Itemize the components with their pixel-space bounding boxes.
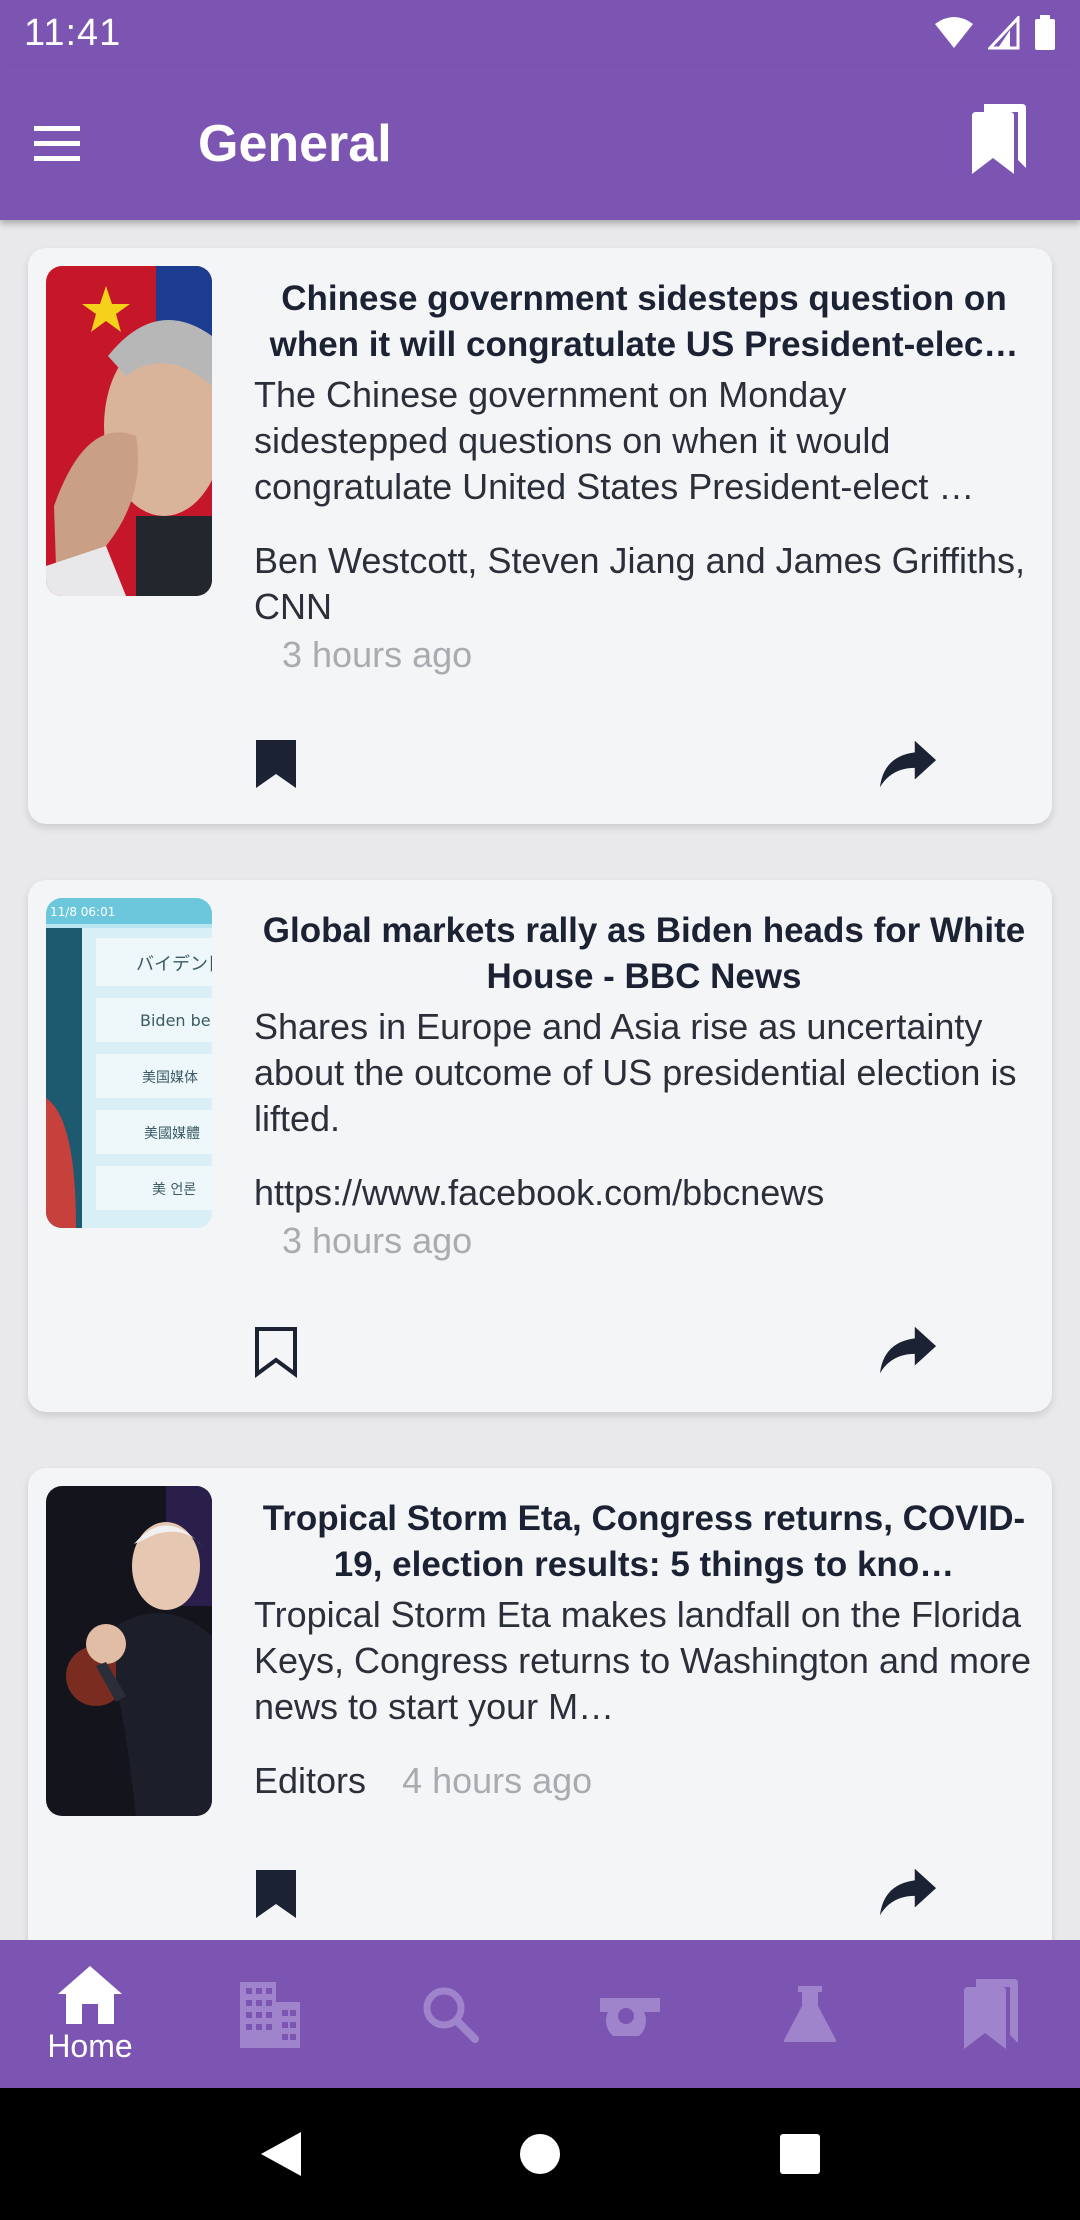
article-headline[interactable]: Global markets rally as Biden heads for … <box>254 908 1034 1000</box>
bookmark-filled-icon[interactable] <box>246 734 306 794</box>
article-meta: Editors 4 hours ago <box>254 1758 1034 1804</box>
system-navigation-bar <box>0 2088 1080 2220</box>
screen: 11:41 General Chinese government sideste… <box>0 0 1080 2220</box>
thumb-text: 11/8 06:01 <box>50 905 115 919</box>
nav-item-business[interactable] <box>180 1940 360 2088</box>
app-bar: General <box>0 66 1080 220</box>
share-icon[interactable] <box>878 1320 938 1380</box>
article-time: 4 hours ago <box>402 1760 593 1801</box>
article-text: Tropical Storm Eta, Congress returns, CO… <box>254 1496 1034 1804</box>
page-title: General <box>198 115 392 173</box>
nav-item-saved[interactable] <box>900 1940 1080 2088</box>
whistle-icon <box>600 1998 660 2036</box>
article-description: Tropical Storm Eta makes landfall on the… <box>254 1594 1032 1727</box>
share-icon[interactable] <box>878 734 938 794</box>
article-time: 3 hours ago <box>282 634 473 675</box>
nav-label-home: Home <box>47 2027 133 2064</box>
bookmarks-icon[interactable] <box>968 102 1028 176</box>
article-time: 3 hours ago <box>282 1220 473 1261</box>
article-headline[interactable]: Chinese government sidesteps question on… <box>254 276 1034 368</box>
thumb-text: 美國媒體 <box>144 1126 200 1142</box>
thumb-text: バイデン目 <box>136 954 212 975</box>
article-card[interactable]: Tropical Storm Eta, Congress returns, CO… <box>28 1468 1052 1940</box>
article-text: Global markets rally as Biden heads for … <box>254 908 1034 1262</box>
article-card[interactable]: 11/8 06:01 バイデン目 Biden be 美国媒体 美國媒體 美 언론… <box>28 880 1052 1412</box>
article-author: Editors <box>254 1760 367 1801</box>
bottom-navigation: Home <box>0 1940 1080 2088</box>
thumb-text: 美 언론 <box>152 1182 196 1198</box>
article-card[interactable]: Chinese government sidesteps question on… <box>28 248 1052 824</box>
bookmark-outline-icon[interactable] <box>246 1322 306 1382</box>
thumb-text: 美国媒体 <box>142 1070 198 1086</box>
flask-icon <box>783 1986 837 2042</box>
recents-icon[interactable] <box>770 2124 830 2184</box>
nav-item-home[interactable]: Home <box>0 1940 180 2088</box>
nav-item-science[interactable] <box>720 1940 900 2088</box>
article-thumbnail <box>46 266 212 596</box>
search-icon <box>423 1987 479 2043</box>
article-thumbnail: 11/8 06:01 バイデン目 Biden be 美国媒体 美國媒體 美 언론 <box>46 898 212 1228</box>
thumb-text: Biden be <box>140 1011 211 1030</box>
article-description: The Chinese government on Monday sideste… <box>254 374 975 507</box>
article-thumbnail <box>46 1486 212 1816</box>
article-text: Chinese government sidesteps question on… <box>254 276 1034 676</box>
share-icon[interactable] <box>878 1862 938 1922</box>
article-headline[interactable]: Tropical Storm Eta, Congress returns, CO… <box>254 1496 1034 1588</box>
article-author: https://www.facebook.com/bbcnews <box>254 1172 825 1213</box>
home-icon <box>58 1965 122 2024</box>
status-time: 11:41 <box>24 11 122 54</box>
hamburger-menu-icon[interactable] <box>34 124 80 164</box>
article-list: Chinese government sidesteps question on… <box>0 220 1080 1940</box>
business-icon <box>240 1982 300 2048</box>
article-author: Ben Westcott, Steven Jiang and James Gri… <box>254 540 1026 627</box>
battery-icon <box>1035 15 1055 50</box>
bookmarks-icon <box>964 1979 1018 2049</box>
nav-item-sports[interactable] <box>540 1940 720 2088</box>
nav-item-search[interactable] <box>360 1940 540 2088</box>
status-bar: 11:41 <box>0 0 1080 66</box>
article-description: Shares in Europe and Asia rise as uncert… <box>254 1006 1017 1139</box>
wifi-icon <box>935 17 973 48</box>
status-icons <box>934 15 1056 51</box>
signal-icon <box>988 16 1020 50</box>
home-button-icon[interactable] <box>510 2124 570 2184</box>
bookmark-filled-icon[interactable] <box>246 1864 306 1924</box>
back-icon[interactable] <box>250 2124 310 2184</box>
